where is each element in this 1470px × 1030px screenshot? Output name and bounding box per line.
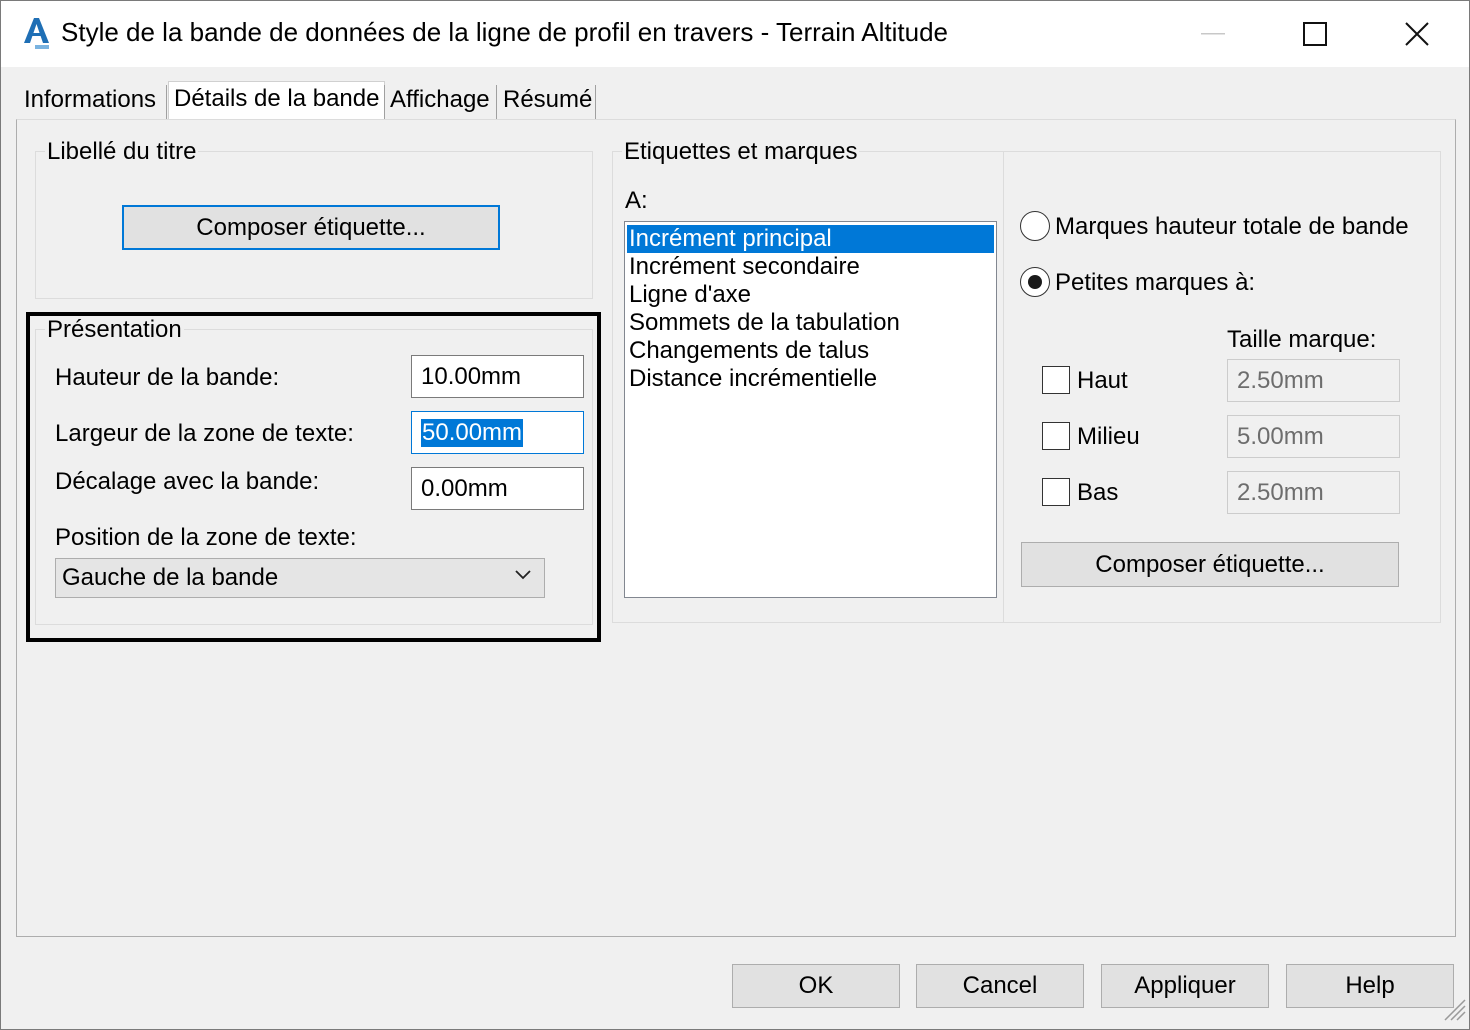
list-item[interactable]: Sommets de la tabulation <box>625 309 996 337</box>
bottom-checkbox[interactable] <box>1042 478 1070 506</box>
window-title: Style de la bande de données de la ligne… <box>61 17 948 47</box>
list-item[interactable]: Changements de talus <box>625 337 996 365</box>
resize-grip-icon[interactable] <box>1439 994 1467 1027</box>
tab-separator <box>496 85 497 119</box>
title-label-group-title: Libellé du titre <box>45 138 199 166</box>
tick-size-label: Taille marque: <box>1227 326 1377 353</box>
middle-checkbox[interactable] <box>1042 422 1070 450</box>
maximize-button[interactable] <box>1263 1 1367 67</box>
small-ticks-label: Petites marques à: <box>1055 269 1256 296</box>
apply-button[interactable]: Appliquer <box>1101 964 1269 1008</box>
list-item[interactable]: Ligne d'axe <box>625 281 996 309</box>
tick-types-list[interactable]: Incrément principal Incrément secondaire… <box>624 221 997 598</box>
close-icon <box>1405 22 1429 46</box>
title-bar: Style de la bande de données de la ligne… <box>1 1 1469 67</box>
list-item[interactable]: Distance incrémentielle <box>625 365 996 393</box>
tab-resume[interactable]: Résumé <box>498 83 597 119</box>
dialog-window: Style de la bande de données de la ligne… <box>0 0 1470 1030</box>
tab-informations[interactable]: Informations <box>19 83 161 119</box>
tab-separator <box>595 85 596 119</box>
ok-button[interactable]: OK <box>732 964 900 1008</box>
bottom-label: Bas <box>1077 479 1119 506</box>
full-height-ticks-radio[interactable] <box>1020 211 1050 241</box>
full-height-ticks-label: Marques hauteur totale de bande <box>1055 213 1409 240</box>
middle-size-input[interactable]: 5.00mm <box>1227 415 1400 458</box>
bottom-size-input[interactable]: 2.50mm <box>1227 471 1400 514</box>
top-checkbox[interactable] <box>1042 366 1070 394</box>
cancel-button[interactable]: Cancel <box>916 964 1084 1008</box>
compose-title-label-button[interactable]: Composer étiquette... <box>122 205 500 250</box>
autocad-icon <box>21 15 51 51</box>
small-ticks-radio[interactable] <box>1020 267 1050 297</box>
labels-ticks-group-title: Etiquettes et marques <box>622 138 860 166</box>
group-divider <box>1003 151 1004 623</box>
tab-details-bande[interactable]: Détails de la bande <box>168 81 386 121</box>
compose-tick-label-button[interactable]: Composer étiquette... <box>1021 542 1399 587</box>
list-item[interactable]: Incrément secondaire <box>625 253 996 281</box>
close-button[interactable] <box>1365 1 1469 67</box>
help-button[interactable]: Help <box>1286 964 1454 1008</box>
top-label: Haut <box>1077 367 1128 394</box>
highlight-frame <box>26 312 601 642</box>
top-size-input[interactable]: 2.50mm <box>1227 359 1400 402</box>
middle-label: Milieu <box>1077 423 1140 450</box>
at-label: A: <box>625 187 648 214</box>
tab-affichage[interactable]: Affichage <box>385 83 495 119</box>
list-item[interactable]: Incrément principal <box>627 225 994 253</box>
minimize-button[interactable] <box>1161 1 1265 67</box>
tab-separator <box>166 85 167 119</box>
